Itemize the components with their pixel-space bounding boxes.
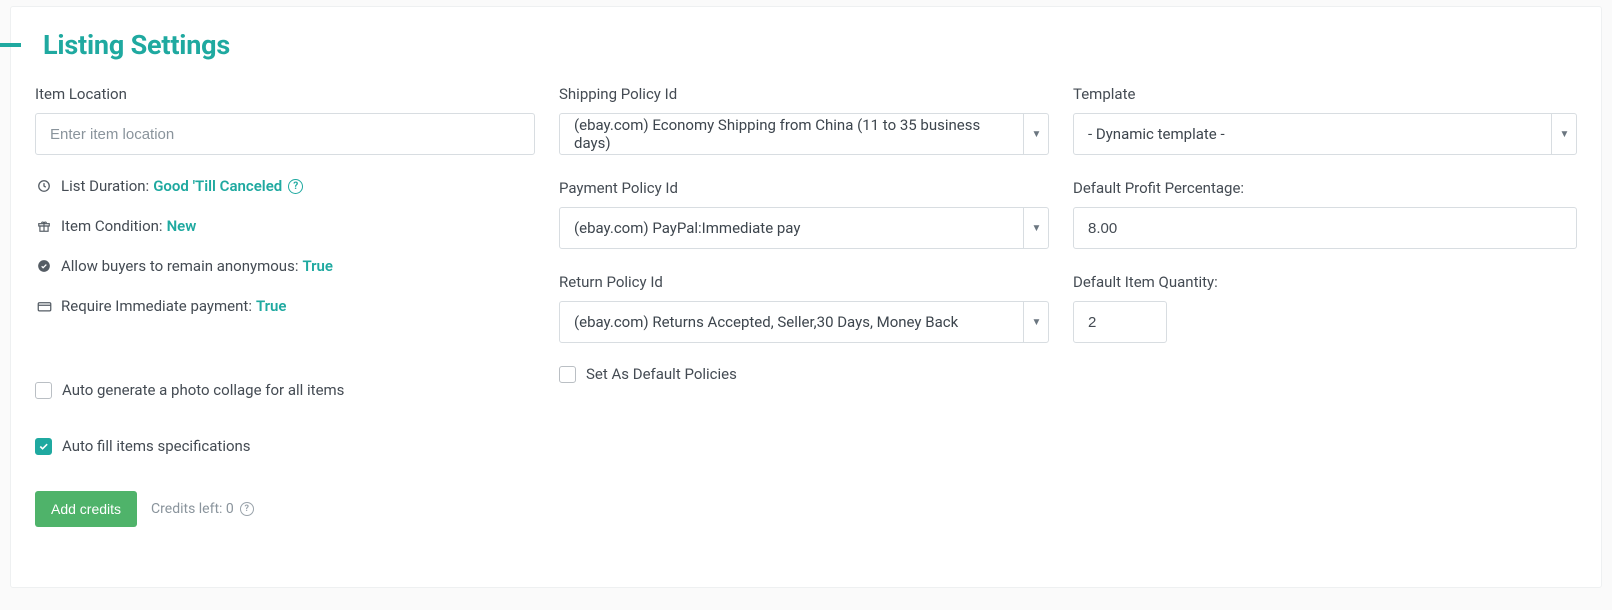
default-policies-checkbox[interactable]: Set As Default Policies	[559, 365, 1049, 383]
credits-left-label: Credits left: 0	[151, 501, 234, 517]
template-value: - Dynamic template -	[1088, 125, 1225, 143]
item-quantity-input[interactable]	[1073, 301, 1167, 343]
credits-row: Add credits Credits left: 0 ?	[35, 491, 535, 527]
auto-collage-checkbox[interactable]: Auto generate a photo collage for all it…	[35, 381, 535, 399]
item-location-input[interactable]	[35, 113, 535, 155]
immediate-payment-value: True	[256, 297, 287, 315]
anonymous-value: True	[302, 257, 333, 275]
column-middle: Shipping Policy Id (ebay.com) Economy Sh…	[559, 85, 1049, 527]
section-header: Listing Settings	[0, 29, 230, 61]
auto-fill-label: Auto fill items specifications	[62, 437, 251, 455]
payment-policy-select[interactable]: (ebay.com) PayPal:Immediate pay ▼	[559, 207, 1049, 249]
shipping-policy-select[interactable]: (ebay.com) Economy Shipping from China (…	[559, 113, 1049, 155]
section-title: Listing Settings	[43, 29, 230, 61]
lower-options: Auto generate a photo collage for all it…	[35, 381, 535, 455]
anonymous-row: Allow buyers to remain anonymous: True	[35, 257, 535, 275]
immediate-payment-row: Require Immediate payment: True	[35, 297, 535, 315]
clock-icon	[35, 179, 53, 193]
help-icon[interactable]: ?	[240, 502, 254, 516]
item-location-label: Item Location	[35, 85, 535, 103]
payment-policy-label: Payment Policy Id	[559, 179, 1049, 197]
column-left: Item Location List Duration: Good 'Till …	[35, 85, 535, 527]
list-duration-label: List Duration:	[61, 177, 149, 195]
help-icon[interactable]: ?	[288, 179, 303, 194]
credits-left: Credits left: 0 ?	[151, 501, 254, 517]
anonymous-label: Allow buyers to remain anonymous:	[61, 257, 298, 275]
payment-policy-value: (ebay.com) PayPal:Immediate pay	[574, 219, 800, 237]
gift-icon	[35, 219, 53, 233]
profit-percentage-label: Default Profit Percentage:	[1073, 179, 1577, 197]
column-right: Template - Dynamic template - ▼ Default …	[1073, 85, 1577, 527]
check-circle-icon	[35, 259, 53, 273]
template-select[interactable]: - Dynamic template - ▼	[1073, 113, 1577, 155]
credit-card-icon	[35, 299, 53, 314]
shipping-policy-label: Shipping Policy Id	[559, 85, 1049, 103]
shipping-policy-value: (ebay.com) Economy Shipping from China (…	[574, 116, 1014, 152]
profit-percentage-input[interactable]	[1073, 207, 1577, 249]
add-credits-button[interactable]: Add credits	[35, 491, 137, 527]
auto-collage-label: Auto generate a photo collage for all it…	[62, 381, 344, 399]
list-duration-row: List Duration: Good 'Till Canceled ?	[35, 177, 535, 195]
columns: Item Location List Duration: Good 'Till …	[35, 85, 1577, 527]
return-policy-label: Return Policy Id	[559, 273, 1049, 291]
item-condition-row: Item Condition: New	[35, 217, 535, 235]
list-duration-value: Good 'Till Canceled	[153, 177, 282, 195]
item-condition-value: New	[167, 217, 197, 235]
checkbox-icon	[35, 382, 52, 399]
immediate-payment-label: Require Immediate payment:	[61, 297, 252, 315]
return-policy-select[interactable]: (ebay.com) Returns Accepted, Seller,30 D…	[559, 301, 1049, 343]
default-policies-label: Set As Default Policies	[586, 365, 737, 383]
checkbox-icon	[559, 366, 576, 383]
item-quantity-label: Default Item Quantity:	[1073, 273, 1577, 291]
listing-settings-panel: Listing Settings Item Location List Dura…	[10, 6, 1602, 588]
auto-fill-checkbox[interactable]: Auto fill items specifications	[35, 437, 535, 455]
checkbox-checked-icon	[35, 438, 52, 455]
template-label: Template	[1073, 85, 1577, 103]
return-policy-value: (ebay.com) Returns Accepted, Seller,30 D…	[574, 313, 958, 331]
item-condition-label: Item Condition:	[61, 217, 163, 235]
section-accent-dash	[0, 43, 21, 47]
